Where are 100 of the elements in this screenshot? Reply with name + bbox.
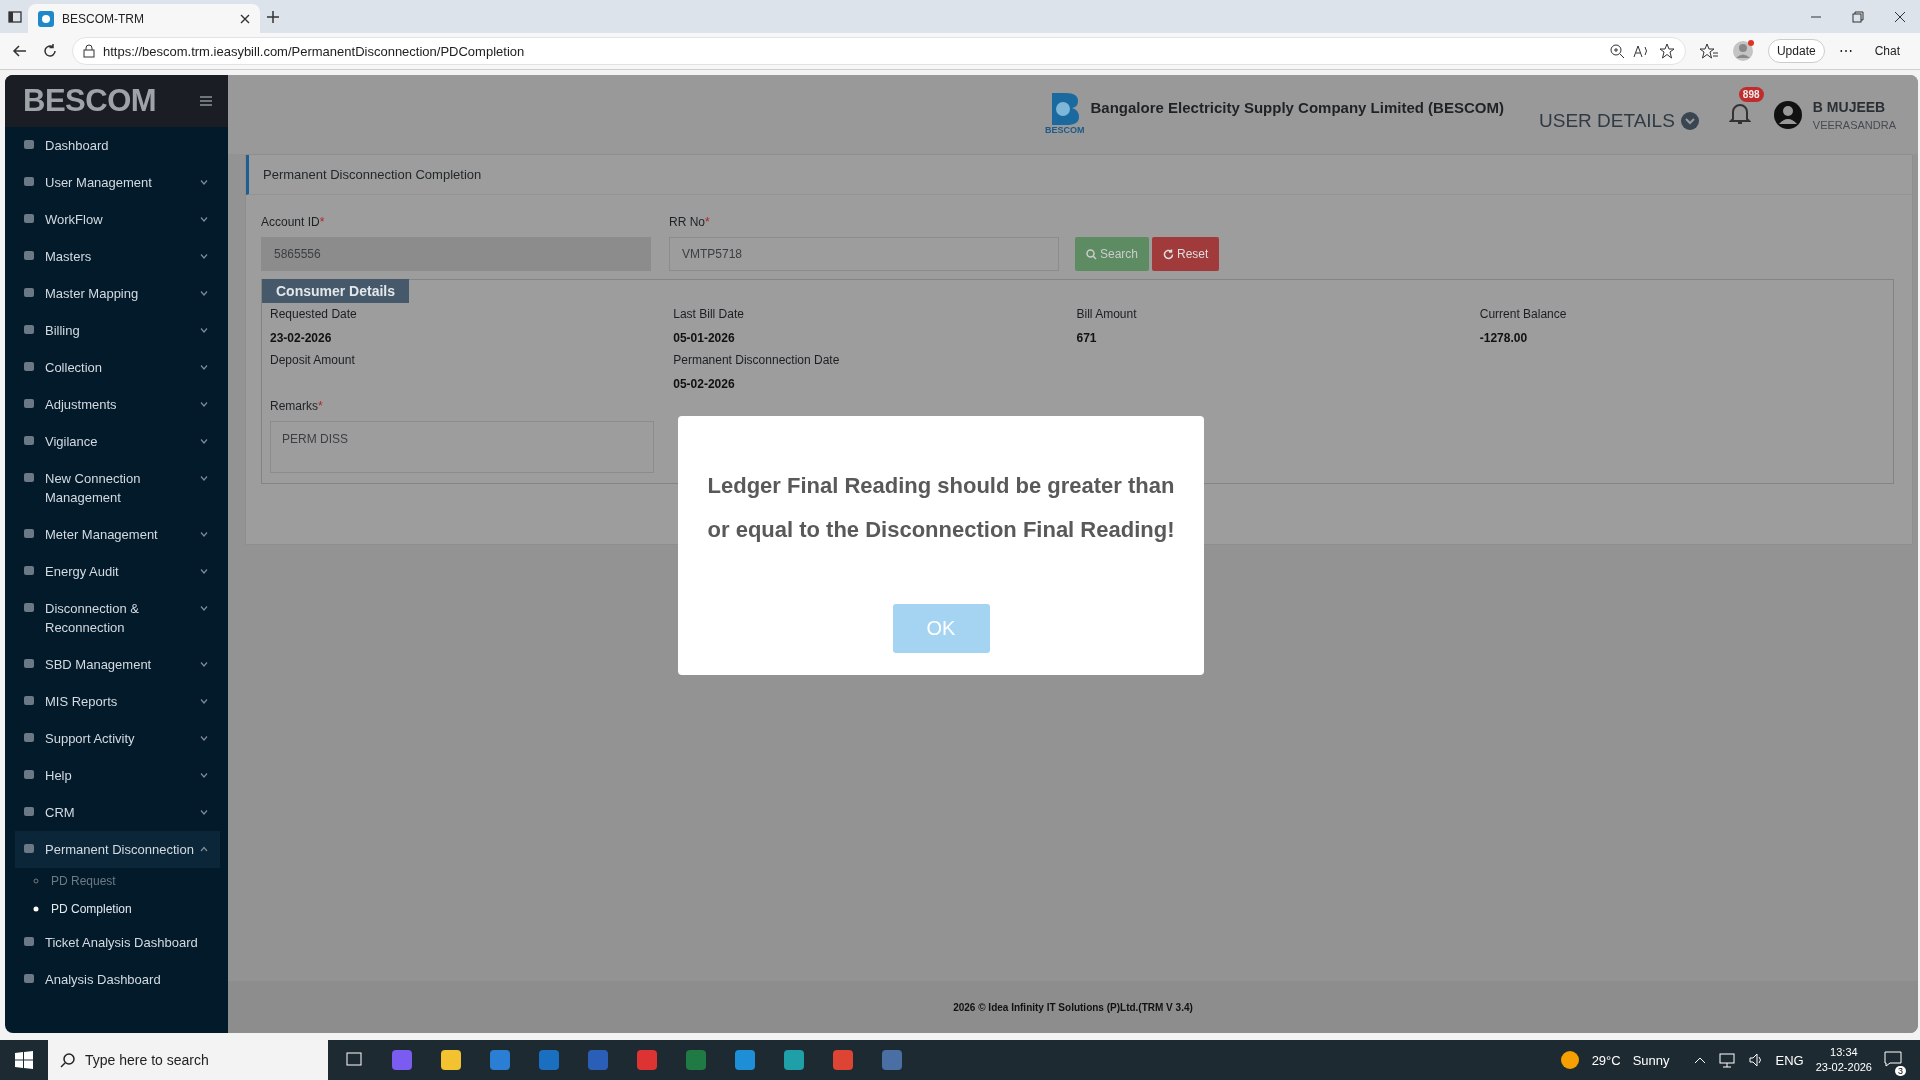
update-button[interactable]: Update — [1767, 39, 1825, 63]
dialog-message: Ledger Final Reading should be greater than or equal to the Disconnection Final Reading! — [706, 472, 1176, 544]
network-icon[interactable] — [1717, 1052, 1736, 1068]
menu-item-icon — [23, 250, 35, 261]
notifications-icon[interactable] — [1884, 1050, 1902, 1067]
zoom-icon[interactable] — [1608, 43, 1625, 59]
sidebar-item[interactable]: Disconnection & Reconnection — [5, 590, 228, 646]
reload-icon[interactable] — [42, 43, 58, 59]
app-icon[interactable] — [783, 1049, 805, 1071]
sidebar-item[interactable]: Meter Management — [5, 516, 228, 553]
menu-item-icon — [23, 472, 35, 483]
star-icon[interactable] — [1658, 43, 1675, 59]
menu-item-icon — [23, 528, 35, 539]
favorites-icon[interactable] — [1699, 43, 1718, 59]
sidebar-item[interactable]: Permanent Disconnection — [15, 831, 220, 868]
more-button[interactable]: ⋯ — [1838, 43, 1853, 59]
detail-value: 23-02-2026 — [270, 331, 333, 345]
sidebar-item[interactable]: CRM — [5, 794, 228, 831]
menu-item-icon — [23, 843, 35, 854]
speaker-icon[interactable] — [1747, 1052, 1764, 1068]
company-logo-icon — [1049, 90, 1080, 125]
language-indicator[interactable]: ENG — [1775, 1052, 1804, 1068]
detail-value: 05-01-2026 — [673, 331, 736, 345]
avatar-icon[interactable] — [1772, 99, 1803, 130]
detail-label: Current Balance — [1479, 307, 1568, 321]
sidebar-item[interactable]: Support Activity — [5, 720, 228, 757]
browser-tab[interactable]: BESCOM-TRM — [28, 4, 260, 33]
chevron-down-icon — [1680, 111, 1699, 130]
lock-icon — [83, 44, 95, 58]
input-field[interactable]: VMTP5718 — [669, 237, 1059, 271]
profile-icon[interactable] — [1731, 40, 1754, 62]
sidebar-item[interactable]: SBD Management — [5, 646, 228, 683]
windows-icon[interactable] — [15, 1051, 33, 1069]
clock-time[interactable]: 13:34 — [1815, 1045, 1872, 1060]
restore-icon[interactable] — [1852, 10, 1864, 23]
menu-item-icon — [23, 732, 35, 743]
user-location: VEERASANDRA — [1812, 118, 1896, 131]
menu-item-icon — [23, 658, 35, 669]
back-icon[interactable] — [12, 43, 28, 59]
chevron-up-icon[interactable] — [1693, 1056, 1706, 1064]
tab-actions-icon[interactable] — [8, 9, 22, 24]
sidebar-item[interactable]: Vigilance — [5, 423, 228, 460]
notification-count: 3 — [1895, 1065, 1906, 1076]
menu-item-icon — [23, 324, 35, 335]
user-details-menu[interactable]: USER DETAILS — [1539, 109, 1699, 132]
bullet-icon — [33, 878, 39, 884]
app-icon[interactable] — [734, 1049, 756, 1071]
submenu-item[interactable]: PD Completion — [5, 896, 228, 924]
notification-badge: 898 — [1738, 86, 1764, 102]
menu-item-icon — [23, 287, 35, 298]
sun-icon — [1559, 1050, 1580, 1070]
taskbar-search-field[interactable]: Type here to search — [48, 1040, 328, 1080]
detail-label: Deposit Amount — [270, 353, 356, 367]
close-icon[interactable] — [240, 13, 250, 24]
company-name: Bangalore Electricity Supply Company Limited (BESCOM) — [1090, 98, 1504, 116]
menu-item-icon — [23, 139, 35, 150]
sidebar-item[interactable]: User Management — [5, 164, 228, 201]
app-icon[interactable] — [489, 1049, 511, 1071]
sidebar-item[interactable]: Master Mapping — [5, 275, 228, 312]
address-bar[interactable]: https://bescom.trm.ieasybill.com/PermanentDisconnection/PDCompletion — [72, 37, 1686, 65]
sidebar-item[interactable]: Adjustments — [5, 386, 228, 423]
field-label: Remarks* — [270, 399, 324, 413]
sidebar-item[interactable]: New Connection Management — [5, 460, 228, 516]
field-label: Account ID* — [261, 215, 326, 229]
sidebar-item[interactable]: Ticket Analysis Dashboard — [5, 924, 228, 961]
detail-label: Last Bill Date — [673, 307, 745, 321]
sidebar-item[interactable]: Dashboard — [5, 127, 228, 164]
logo-caption: BESCOM — [1045, 124, 1085, 135]
task-view-icon[interactable] — [344, 1049, 364, 1069]
new-tab-icon[interactable] — [266, 9, 280, 24]
menu-icon[interactable] — [200, 96, 212, 106]
sidebar-item[interactable]: Analysis Dashboard — [5, 961, 228, 998]
app-icon[interactable] — [440, 1049, 462, 1071]
search-icon — [1086, 248, 1097, 260]
detail-label: Requested Date — [270, 307, 358, 321]
submenu-item[interactable]: PD Request — [5, 868, 228, 896]
bullet-icon — [33, 906, 39, 912]
detail-value: -1278.00 — [1479, 331, 1529, 345]
reset-button[interactable]: Reset — [1152, 237, 1220, 271]
sidebar-item[interactable]: Billing — [5, 312, 228, 349]
detail-value: 05-02-2026 — [673, 377, 736, 391]
sidebar-item[interactable]: Help — [5, 757, 228, 794]
close-icon[interactable] — [1894, 10, 1906, 23]
sidebar-item[interactable]: Energy Audit — [5, 553, 228, 590]
sidebar-item[interactable]: MIS Reports — [5, 683, 228, 720]
menu-item-icon — [23, 361, 35, 372]
footer-text: 2026 © Idea Infinity IT Solutions (P)Ltd.(TRM V 3.4) — [953, 1001, 1193, 1013]
chat-button[interactable]: Chat — [1866, 40, 1908, 62]
menu-item-icon — [23, 213, 35, 224]
sidebar-item[interactable]: Collection — [5, 349, 228, 386]
weather-text: Sunny — [1632, 1052, 1670, 1068]
app-logo: BESCOM — [23, 83, 157, 119]
remarks-field[interactable]: PERM DISS — [270, 421, 654, 473]
sidebar-item[interactable]: Masters — [5, 238, 228, 275]
sidebar-item[interactable]: WorkFlow — [5, 201, 228, 238]
clock-date[interactable]: 23-02-2026 — [1815, 1060, 1872, 1075]
menu-item-icon — [23, 695, 35, 706]
user-name: B MUJEEB — [1812, 98, 1887, 115]
site-icon — [38, 10, 54, 27]
menu-item-icon — [23, 936, 35, 947]
